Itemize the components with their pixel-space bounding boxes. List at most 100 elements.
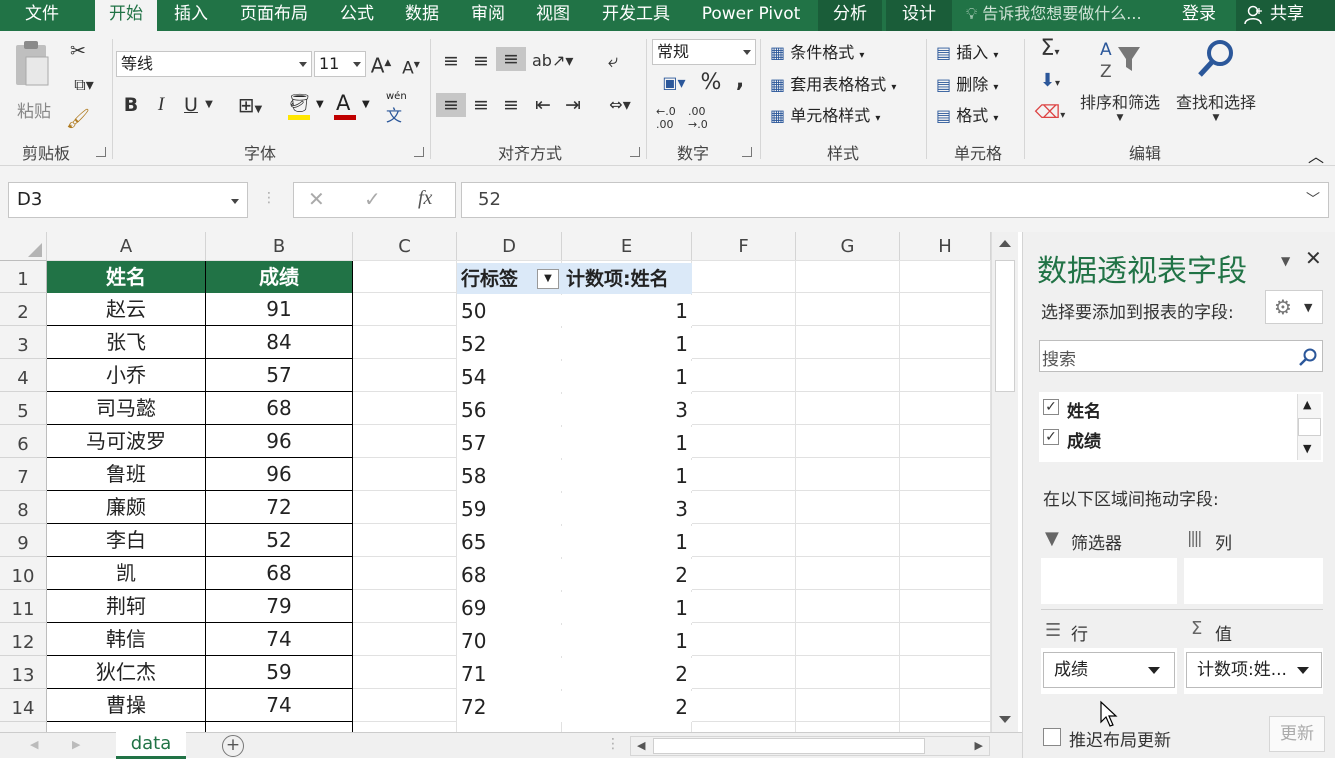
pivot-count-value[interactable]: 2 — [562, 658, 692, 689]
autosum-icon[interactable]: Σ▾ — [1030, 37, 1070, 65]
pivot-count-value[interactable]: 1 — [562, 460, 692, 491]
share-button[interactable]: 共享 — [1236, 0, 1335, 31]
align-left-icon[interactable]: ≡ — [436, 93, 466, 117]
select-all-corner[interactable] — [0, 232, 47, 261]
wrap-text-icon[interactable]: ⤶ — [600, 49, 626, 73]
rows-drop-area[interactable]: 成绩 — [1041, 648, 1177, 694]
insert-cells-button[interactable]: ▤ 插入 ▾ — [936, 39, 998, 63]
number-launcher-icon[interactable] — [742, 147, 752, 157]
checkbox-field-name[interactable]: ✓ — [1043, 399, 1059, 415]
alignment-launcher-icon[interactable] — [630, 147, 640, 157]
table-cell-score[interactable]: 68 — [206, 392, 353, 425]
row-header[interactable]: 2 — [0, 293, 47, 326]
table-cell-score[interactable]: 72 — [206, 491, 353, 524]
table-cell-score[interactable]: 79 — [206, 590, 353, 623]
increase-decimal-button[interactable]: ←.0 .00 — [656, 105, 684, 131]
defer-update-checkbox[interactable] — [1043, 728, 1061, 746]
bold-button[interactable]: B — [120, 93, 142, 117]
pivot-row-label[interactable]: 72 — [457, 691, 562, 722]
tab-design[interactable]: 设计 — [886, 0, 952, 31]
pivot-count-value[interactable]: 1 — [562, 295, 692, 326]
table-cell-name[interactable]: 小乔 — [47, 359, 206, 392]
paste-button[interactable]: 粘贴 — [12, 39, 56, 127]
scroll-up-icon[interactable]: ▲ — [1303, 398, 1311, 411]
align-right-icon[interactable]: ≡ — [498, 93, 524, 117]
pivot-row-label[interactable]: 58 — [457, 460, 562, 491]
align-middle-icon[interactable]: ≡ — [468, 49, 494, 73]
row-header[interactable]: 5 — [0, 392, 47, 425]
pane-options-icon[interactable]: ▼ — [1281, 254, 1290, 268]
font-name-select[interactable]: 等线 — [116, 51, 312, 77]
table-cell-score[interactable]: 96 — [206, 425, 353, 458]
decrease-decimal-button[interactable]: .00 →.0 — [688, 105, 716, 131]
pivot-count-value[interactable]: 1 — [562, 625, 692, 656]
table-cell-score[interactable]: 96 — [206, 458, 353, 491]
table-cell-score[interactable]: 74 — [206, 689, 353, 722]
scroll-down-icon[interactable]: ▼ — [1303, 442, 1311, 455]
tab-file[interactable]: 文件 — [0, 0, 84, 31]
row-header[interactable]: 3 — [0, 326, 47, 359]
pivot-count-value[interactable]: 3 — [562, 493, 692, 524]
table-cell-name[interactable]: 狄仁杰 — [47, 656, 206, 689]
values-drop-area[interactable]: 计数项:姓... — [1184, 648, 1323, 694]
field-score-label[interactable]: 成绩 — [1067, 427, 1101, 452]
scroll-thumb[interactable] — [1298, 418, 1321, 436]
filter-dropdown-icon[interactable]: ▼ — [537, 269, 559, 289]
pivot-count-value[interactable]: 2 — [562, 559, 692, 590]
row-header[interactable]: 1 — [0, 261, 47, 293]
table-cell-score[interactable]: 91 — [206, 293, 353, 326]
scroll-thumb[interactable] — [995, 260, 1015, 392]
table-cell-name[interactable]: 马可波罗 — [47, 425, 206, 458]
col-header-d[interactable]: D — [457, 232, 562, 261]
align-bottom-icon[interactable]: ≡ — [496, 47, 526, 71]
tab-page-layout[interactable]: 页面布局 — [226, 0, 322, 31]
cancel-icon[interactable]: ✕ — [308, 187, 325, 211]
col-header-c[interactable]: C — [353, 232, 457, 261]
pivot-row-label[interactable]: 70 — [457, 625, 562, 656]
pivot-count-value[interactable]: 1 — [562, 361, 692, 392]
login-link[interactable]: 登录 — [1182, 0, 1216, 28]
accounting-format-icon[interactable]: ▣▾ — [654, 71, 694, 95]
tab-analyze[interactable]: 分析 — [818, 0, 882, 31]
format-cells-button[interactable]: ▤ 格式 ▾ — [936, 102, 998, 126]
table-cell-score[interactable]: 84 — [206, 326, 353, 359]
tab-power-pivot[interactable]: Power Pivot — [690, 0, 812, 31]
horizontal-scrollbar[interactable]: ◀ ▶ — [630, 736, 990, 756]
table-header-score[interactable]: 成绩 — [206, 261, 353, 294]
row-header[interactable]: 7 — [0, 458, 47, 491]
tell-me-box[interactable]: 💡︎ 告诉我您想要做什么... — [966, 0, 1142, 31]
close-icon[interactable]: ✕ — [1305, 246, 1322, 270]
pivot-row-label[interactable]: 71 — [457, 658, 562, 689]
next-sheet-icon[interactable]: ▶ — [72, 738, 80, 751]
table-cell-name[interactable]: 韩信 — [47, 623, 206, 656]
table-cell-name[interactable]: 张飞 — [47, 326, 206, 359]
decrease-indent-icon[interactable]: ⇤ — [530, 93, 556, 117]
percent-button[interactable]: % — [698, 71, 724, 95]
filters-drop-area[interactable] — [1041, 558, 1177, 604]
update-button[interactable]: 更新 — [1269, 716, 1325, 752]
table-cell-name[interactable]: 司马懿 — [47, 392, 206, 425]
col-header-a[interactable]: A — [47, 232, 206, 261]
table-cell-name[interactable]: 李白 — [47, 524, 206, 557]
table-cell-name[interactable]: 凯 — [47, 557, 206, 590]
insert-function-icon[interactable]: fx — [418, 187, 432, 210]
underline-button[interactable]: U — [180, 93, 202, 117]
conditional-formatting-button[interactable]: ▦ 条件格式 ▾ — [770, 39, 864, 63]
delete-cells-button[interactable]: ▤ 删除 ▾ — [936, 71, 998, 95]
fill-icon[interactable]: ⬇▾ — [1030, 69, 1070, 96]
pivot-count-value[interactable]: 1 — [562, 427, 692, 458]
table-cell-score[interactable]: 57 — [206, 359, 353, 392]
row-header[interactable] — [0, 722, 47, 732]
scroll-left-icon[interactable]: ◀ — [637, 739, 645, 752]
cut-icon[interactable]: ✂ — [64, 39, 92, 63]
pivot-row-label[interactable]: 68 — [457, 559, 562, 590]
font-launcher-icon[interactable] — [414, 147, 424, 157]
prev-sheet-icon[interactable]: ◀ — [30, 738, 38, 751]
row-header[interactable]: 13 — [0, 656, 47, 689]
row-header[interactable]: 6 — [0, 425, 47, 458]
tab-insert[interactable]: 插入 — [160, 0, 222, 31]
pivot-row-label[interactable]: 69 — [457, 592, 562, 623]
field-name-label[interactable]: 姓名 — [1067, 397, 1101, 422]
table-cell-name[interactable]: 荆轲 — [47, 590, 206, 623]
table-cell-score[interactable]: 68 — [206, 557, 353, 590]
